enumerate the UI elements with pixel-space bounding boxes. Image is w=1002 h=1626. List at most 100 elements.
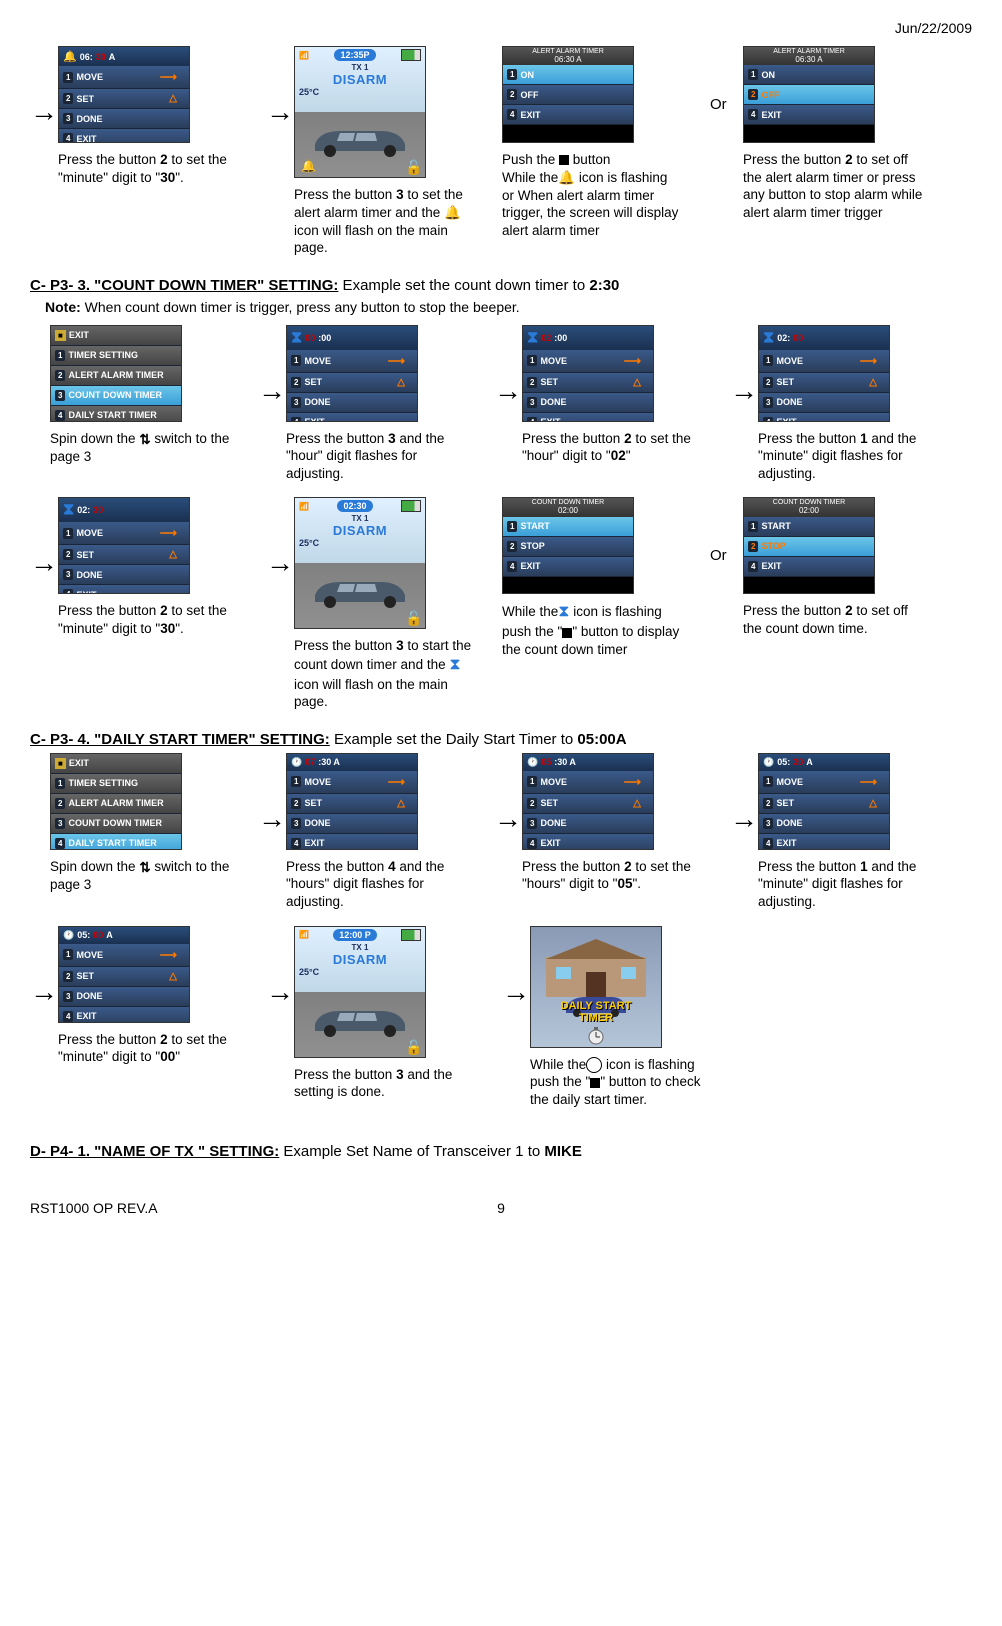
- step-c3-2-2: 📶 02:30 TX 1 DISARM 25°C 🔓 Press the but…: [294, 497, 494, 710]
- step-alert-4: ALERT ALARM TIMER06:30 A 1 ON 2 OFF 4 EX…: [743, 46, 943, 221]
- square-button-icon: [559, 155, 569, 165]
- step-alert-1: 🔔 06:30 A 1 MOVE ⟶ 2 SET △ 3 DONE 4 EXIT…: [58, 46, 258, 186]
- menu-header-exit: ■ EXIT: [51, 326, 181, 346]
- menu-item: 3 DONE: [59, 987, 189, 1007]
- phone-screen: 🔔 06:30 A 1 MOVE ⟶ 2 SET △ 3 DONE 4 EXIT: [58, 46, 190, 143]
- arrow-icon: →: [30, 547, 50, 579]
- phone-screen: 🕐 05:00 A 1 MOVE ⟶ 2 SET △ 3 DONE 4 EXIT: [58, 926, 190, 1023]
- hourglass-icon: ⧗: [449, 655, 460, 676]
- step-c3-2-3: COUNT DOWN TIMER02:00 1 START 2 STOP 4 E…: [502, 497, 702, 658]
- menu-header: ALERT ALARM TIMER06:30 A: [503, 47, 633, 65]
- step-c4-2-1: 🕐 05:00 A 1 MOVE ⟶ 2 SET △ 3 DONE 4 EXIT…: [58, 926, 258, 1066]
- clock-icon: 🕐: [63, 930, 74, 941]
- step-desc: Press the button 3 to start the count do…: [294, 637, 474, 710]
- menu-item-on: 1 ON: [744, 65, 874, 85]
- phone-screen: 🕐 05:30 A 1 MOVE ⟶ 2 SET △ 3 DONE 4 EXIT: [522, 753, 654, 850]
- menu-item: 1 MOVE ⟶: [59, 66, 189, 89]
- battery-icon: [401, 49, 421, 61]
- menu-header: 🕐 07:30 A: [287, 754, 417, 771]
- car-graphic: [305, 999, 415, 1039]
- menu-item: 4 EXIT: [287, 413, 417, 422]
- menu-item: 1 MOVE ⟶: [59, 944, 189, 967]
- row-c3-1: ■ EXIT 1 TIMER SETTING 2 ALERT ALARM TIM…: [30, 325, 972, 483]
- menu-item: 3 DONE: [523, 814, 653, 834]
- step-desc: Push the buttonWhile the🔔 icon is flashi…: [502, 151, 682, 239]
- phone-screen: ⧗ 02:00 1 MOVE ⟶ 2 SET △ 3 DONE 4 EXIT: [758, 325, 890, 422]
- step-c3-2-1: ⧗ 02:30 1 MOVE ⟶ 2 SET △ 3 DONE 4 EXIT P…: [58, 497, 258, 637]
- time-display: 12:00 P: [333, 929, 377, 941]
- arrow-icon: →: [258, 803, 278, 835]
- or-label: Or: [710, 96, 735, 113]
- menu-item: 3 DONE: [287, 393, 417, 413]
- menu-item: 1 MOVE ⟶: [759, 771, 889, 794]
- section-heading-d1: D- P4- 1. "NAME OF TX " SETTING: Example…: [30, 1143, 972, 1160]
- step-c3-2-4: COUNT DOWN TIMER02:00 1 START 2 STOP 4 E…: [743, 497, 943, 637]
- signal-icon: 📶: [299, 930, 309, 939]
- menu-item-stop: 2 STOP: [503, 537, 633, 557]
- menu-item-exit: 4 EXIT: [744, 557, 874, 577]
- note-line: Note: When count down timer is trigger, …: [45, 299, 972, 315]
- step-desc: Press the button 2 to set the "minute" d…: [58, 1031, 238, 1066]
- temp-display: 25°C: [299, 87, 319, 97]
- arrow-icon: →: [502, 976, 522, 1008]
- step-desc: Press the button 2 to set off the alert …: [743, 151, 923, 221]
- signal-icon: 📶: [299, 51, 309, 60]
- stopwatch-icon: [586, 1025, 606, 1045]
- or-label: Or: [710, 547, 735, 564]
- step-desc: Press the button 3 to set the alert alar…: [294, 186, 474, 257]
- arrow-icon: →: [730, 375, 750, 407]
- step-desc: Press the button 2 to set off the count …: [743, 602, 923, 637]
- menu-item-off: 2 OFF: [744, 85, 874, 105]
- phone-screen: ALERT ALARM TIMER06:30 A 1 ON 2 OFF 4 EX…: [502, 46, 634, 143]
- arrow-icon: →: [494, 375, 514, 407]
- menu-item-on: 1 ON: [503, 65, 633, 85]
- step-desc: Press the button 1 and the "minute" digi…: [758, 858, 938, 911]
- step-desc: Press the button 2 to set the "minute" d…: [58, 602, 238, 637]
- menu-item: 3 DONE: [759, 393, 889, 413]
- result-banner: DAILY STARTTIMER: [531, 1000, 661, 1024]
- menu-header: ⧗ 02:00: [759, 326, 889, 350]
- step-c4-2-2: 📶 12:00 P TX 1 DISARM 25°C 🔓 Press the b…: [294, 926, 494, 1101]
- time-display: 12:35P: [334, 49, 375, 61]
- step-desc: Spin down the ⇅ switch to the page 3: [50, 858, 230, 894]
- menu-header: 🔔 06:30 A: [59, 47, 189, 66]
- menu-item: 1 TIMER SETTING: [51, 774, 181, 794]
- clock-icon: 🕐: [763, 757, 774, 768]
- hourglass-icon: ⧗: [291, 329, 302, 347]
- menu-item: 3 COUNT DOWN TIMER: [51, 814, 181, 834]
- menu-item: 1 MOVE ⟶: [523, 771, 653, 794]
- menu-item: 1 MOVE ⟶: [523, 350, 653, 373]
- temp-display: 25°C: [299, 538, 319, 548]
- step-c3-1-2: ⧗ 00:00 1 MOVE ⟶ 2 SET △ 3 DONE 4 EXIT P…: [286, 325, 486, 483]
- step-desc: While the icon is flashing push the "" b…: [530, 1056, 710, 1109]
- menu-header: ⧗ 02:00: [523, 326, 653, 350]
- menu-header-exit: ■ EXIT: [51, 754, 181, 774]
- step-desc: Spin down the ⇅ switch to the page 3: [50, 430, 230, 466]
- battery-icon: [401, 500, 421, 512]
- step-c4-1-4: 🕐 05:30 A 1 MOVE ⟶ 2 SET △ 3 DONE 4 EXIT…: [758, 753, 958, 911]
- car-graphic: [305, 570, 415, 610]
- battery-icon: [401, 929, 421, 941]
- step-c3-1-4: ⧗ 02:00 1 MOVE ⟶ 2 SET △ 3 DONE 4 EXIT P…: [758, 325, 958, 483]
- menu-item: 4 EXIT: [523, 834, 653, 850]
- arrow-icon: →: [266, 96, 286, 128]
- phone-screen: COUNT DOWN TIMER02:00 1 START 2 STOP 4 E…: [743, 497, 875, 594]
- header-date: Jun/22/2009: [30, 20, 972, 36]
- step-desc: Press the button 3 and the "hour" digit …: [286, 430, 466, 483]
- page-number: 9: [497, 1200, 505, 1216]
- step-desc: Press the button 2 to set the "minute" d…: [58, 151, 238, 186]
- menu-header: ALERT ALARM TIMER06:30 A: [744, 47, 874, 65]
- menu-item: 2 SET △: [759, 373, 889, 393]
- hourglass-icon: ⧗: [763, 329, 774, 347]
- step-c4-1-1: ■ EXIT 1 TIMER SETTING 2 ALERT ALARM TIM…: [50, 753, 250, 894]
- menu-item: 3 DONE: [287, 814, 417, 834]
- bell-icon: 🔔: [558, 169, 575, 187]
- menu-header: COUNT DOWN TIMER02:00: [503, 498, 633, 516]
- menu-item: 4 EXIT: [287, 834, 417, 850]
- menu-header: 🕐 05:30 A: [523, 754, 653, 771]
- phone-screen: ⧗ 00:00 1 MOVE ⟶ 2 SET △ 3 DONE 4 EXIT: [286, 325, 418, 422]
- clock-icon: 🕐: [527, 757, 538, 768]
- square-button-icon: [562, 628, 572, 638]
- hourglass-icon: ⧗: [527, 329, 538, 347]
- menu-item: 4 EXIT: [59, 585, 189, 594]
